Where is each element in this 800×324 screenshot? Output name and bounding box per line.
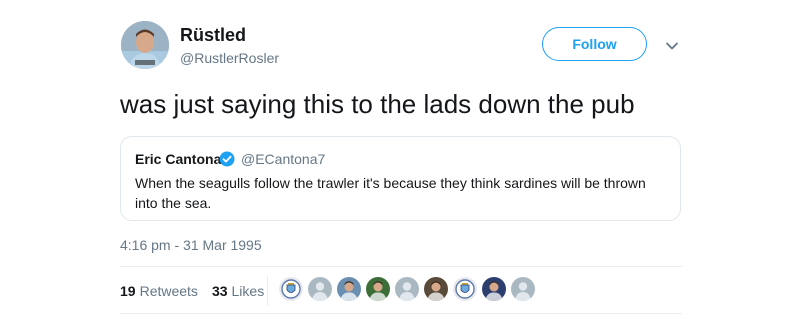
quoted-text: When the seagulls follow the trawler it'… xyxy=(135,175,646,211)
quoted-tweet[interactable]: Eric Cantona @ECantona7 When the seagull… xyxy=(120,136,681,221)
tweet-stats: 19 Retweets 33 Likes xyxy=(120,282,264,300)
stats-separator xyxy=(267,276,268,306)
divider xyxy=(120,313,682,314)
photo-avatar-icon[interactable] xyxy=(337,277,361,301)
divider xyxy=(120,266,682,267)
photo-avatar-icon[interactable] xyxy=(366,277,390,301)
chevron-down-icon[interactable] xyxy=(664,38,680,54)
retweets-count[interactable]: 19 xyxy=(120,282,136,300)
author-handle[interactable]: @RustlerRosler xyxy=(180,49,279,67)
crest-avatar-icon[interactable] xyxy=(453,277,477,301)
default-avatar-icon[interactable] xyxy=(308,277,332,301)
user-avatar-icon[interactable] xyxy=(121,21,169,69)
quoted-display-name[interactable]: Eric Cantona xyxy=(135,150,221,168)
verified-badge-icon xyxy=(219,151,235,167)
tweet-timestamp[interactable]: 4:16 pm - 31 Mar 1995 xyxy=(120,236,262,254)
likes-label[interactable]: Likes xyxy=(232,282,265,300)
quoted-handle[interactable]: @ECantona7 xyxy=(241,150,325,168)
likes-count[interactable]: 33 xyxy=(212,282,228,300)
author-display-name[interactable]: Rüstled xyxy=(180,24,246,46)
default-avatar-icon[interactable] xyxy=(511,277,535,301)
photo-avatar-icon[interactable] xyxy=(482,277,506,301)
photo-avatar-icon[interactable] xyxy=(424,277,448,301)
default-avatar-icon[interactable] xyxy=(395,277,419,301)
follow-button[interactable]: Follow xyxy=(542,27,647,61)
crest-avatar-icon[interactable] xyxy=(279,277,303,301)
retweets-label[interactable]: Retweets xyxy=(140,282,198,300)
tweet-text: was just saying this to the lads down th… xyxy=(120,89,635,119)
